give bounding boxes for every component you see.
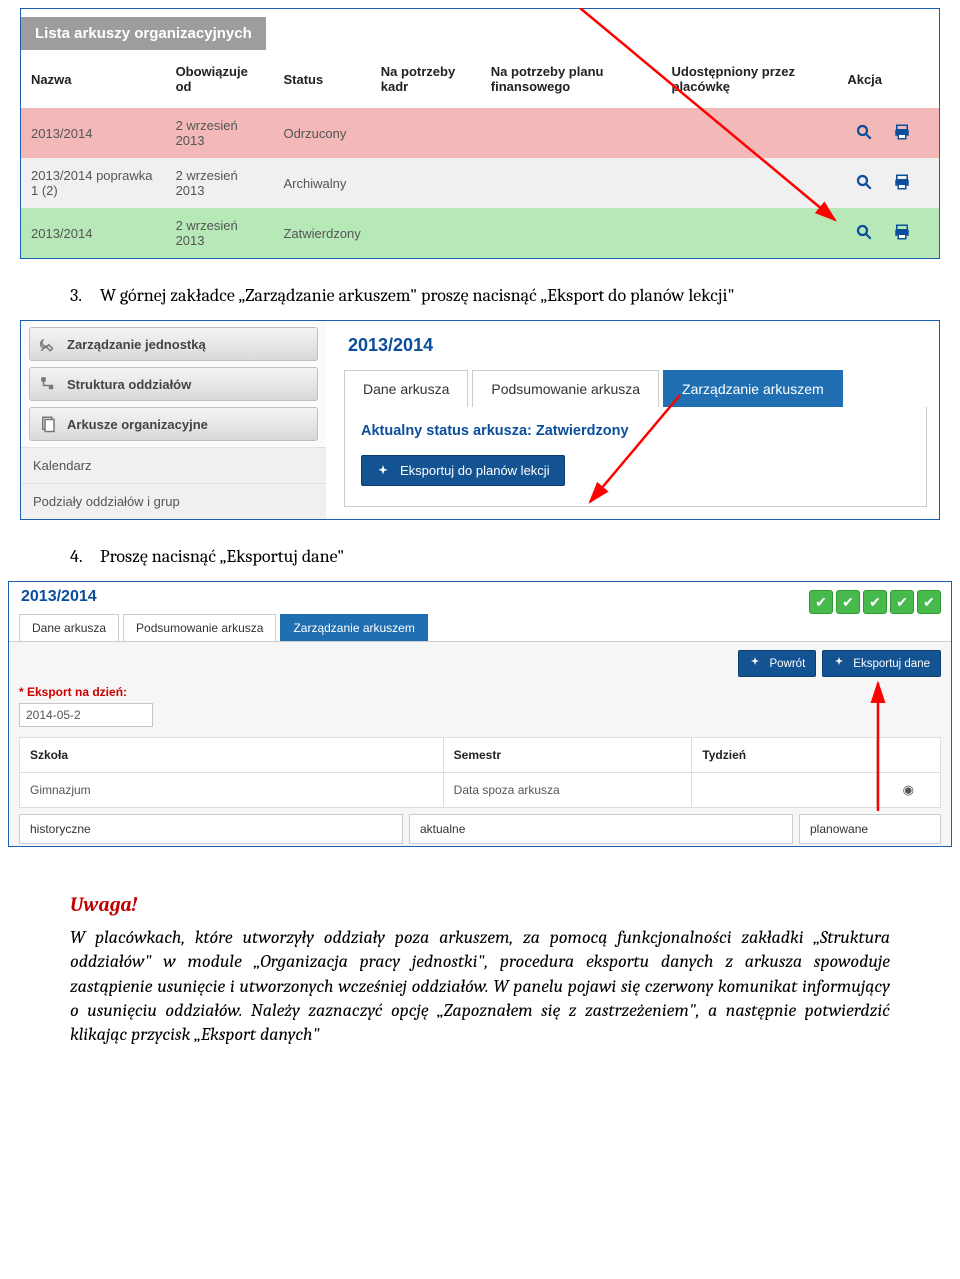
tools-icon bbox=[39, 335, 57, 353]
tab-summary[interactable]: Podsumowanie arkusza bbox=[123, 614, 276, 641]
year-title: 2013/2014 bbox=[21, 588, 97, 606]
step-3-text: 3. W górnej zakładce „Zarządzanie arkusz… bbox=[70, 285, 890, 306]
cell-status: Odrzucony bbox=[273, 108, 370, 158]
th-name: Nazwa bbox=[21, 50, 166, 108]
organization-sheets-table: Nazwa Obowiązuje od Status Na potrzeby k… bbox=[21, 50, 939, 258]
export-date-input[interactable] bbox=[19, 703, 153, 727]
cell-date: 2 wrzesień 2013 bbox=[166, 108, 274, 158]
step-number: 4. bbox=[70, 546, 96, 567]
sidebar-item-label: Podziały oddziałów i grup bbox=[33, 494, 180, 509]
tab-management[interactable]: Zarządzanie arkuszem bbox=[280, 614, 427, 641]
screenshot-2-frame: Zarządzanie jednostką Struktura oddziałó… bbox=[20, 320, 940, 520]
status-checks: ✔ ✔ ✔ ✔ ✔ bbox=[809, 590, 941, 614]
cell-date: 2 wrzesień 2013 bbox=[166, 158, 274, 208]
view-icon[interactable] bbox=[855, 223, 873, 244]
sidebar-item-label: Arkusze organizacyjne bbox=[67, 417, 208, 432]
export-data-button[interactable]: Eksportuj dane bbox=[822, 650, 941, 677]
cell-name: 2013/2014 poprawka 1 (2) bbox=[21, 158, 166, 208]
tab-current[interactable]: aktualne bbox=[409, 814, 793, 844]
check-icon: ✔ bbox=[809, 590, 833, 614]
warning-body: W placówkach, które utworzyły oddziały p… bbox=[70, 926, 890, 1047]
view-icon[interactable] bbox=[855, 123, 873, 144]
sidebar-item-label: Kalendarz bbox=[33, 458, 92, 473]
table-row: Gimnazjum Data spoza arkusza ◉ bbox=[20, 773, 941, 808]
cell-date: 2 wrzesień 2013 bbox=[166, 208, 274, 258]
sidebar-item-label: Struktura oddziałów bbox=[67, 377, 191, 392]
step-body: Proszę nacisnąć „Eksportuj dane" bbox=[100, 546, 344, 567]
table-row: 2013/2014 poprawka 1 (2) 2 wrzesień 2013… bbox=[21, 158, 939, 208]
tab-management[interactable]: Zarządzanie arkuszem bbox=[663, 370, 843, 407]
cell-status: Archiwalny bbox=[273, 158, 370, 208]
cell-name: 2013/2014 bbox=[21, 108, 166, 158]
screenshot-1-frame: Lista arkuszy organizacyjnych Nazwa Obow… bbox=[20, 8, 940, 259]
print-icon[interactable] bbox=[893, 123, 911, 144]
sparkle-icon bbox=[749, 656, 761, 671]
step-number: 3. bbox=[70, 285, 96, 306]
cell-school: Gimnazjum bbox=[20, 773, 444, 808]
status-line: Aktualny status arkusza: Zatwierdzony bbox=[361, 423, 910, 439]
th-action: Akcja bbox=[837, 50, 939, 108]
th-shared: Udostępniony przez placówkę bbox=[662, 50, 838, 108]
print-icon[interactable] bbox=[893, 173, 911, 194]
check-icon: ✔ bbox=[917, 590, 941, 614]
left-sidebar: Zarządzanie jednostką Struktura oddziałó… bbox=[21, 321, 326, 519]
sparkle-icon bbox=[376, 464, 390, 478]
step-4-text: 4. Proszę nacisnąć „Eksportuj dane" bbox=[70, 546, 890, 567]
check-icon: ✔ bbox=[890, 590, 914, 614]
tab-sheet-data[interactable]: Dane arkusza bbox=[344, 370, 468, 407]
check-icon: ✔ bbox=[863, 590, 887, 614]
tab-planned[interactable]: planowane bbox=[799, 814, 941, 844]
visibility-icon[interactable]: ◉ bbox=[876, 773, 941, 808]
warning-title: Uwaga! bbox=[70, 893, 890, 916]
year-title: 2013/2014 bbox=[348, 335, 927, 356]
export-on-day-label: * Eksport na dzień: bbox=[19, 685, 941, 699]
table-header-row: Nazwa Obowiązuje od Status Na potrzeby k… bbox=[21, 50, 939, 108]
th-status: Status bbox=[273, 50, 370, 108]
tab-sheet-data[interactable]: Dane arkusza bbox=[19, 614, 119, 641]
sparkle-icon bbox=[833, 656, 845, 671]
document-icon bbox=[39, 415, 57, 433]
th-school: Szkoła bbox=[20, 738, 444, 773]
tab-summary[interactable]: Podsumowanie arkusza bbox=[472, 370, 659, 407]
export-to-plans-button[interactable]: Eksportuj do planów lekcji bbox=[361, 455, 565, 486]
tab-bar: Dane arkusza Podsumowanie arkusza Zarząd… bbox=[344, 370, 927, 407]
print-icon[interactable] bbox=[893, 223, 911, 244]
cell-semester: Data spoza arkusza bbox=[443, 773, 692, 808]
tree-icon bbox=[39, 375, 57, 393]
sidebar-item-divisions[interactable]: Podziały oddziałów i grup bbox=[21, 483, 326, 519]
sidebar-item-calendar[interactable]: Kalendarz bbox=[21, 447, 326, 483]
th-financial: Na potrzeby planu finansowego bbox=[481, 50, 662, 108]
tab-bar: Dane arkusza Podsumowanie arkusza Zarząd… bbox=[9, 614, 951, 641]
table-title: Lista arkuszy organizacyjnych bbox=[21, 17, 266, 50]
cell-status: Zatwierdzony bbox=[273, 208, 370, 258]
sidebar-item-sheets[interactable]: Arkusze organizacyjne bbox=[29, 407, 318, 441]
screenshot-3-frame: 2013/2014 ✔ ✔ ✔ ✔ ✔ Dane arkusza Podsumo… bbox=[8, 581, 952, 847]
table-row: 2013/2014 2 wrzesień 2013 Zatwierdzony bbox=[21, 208, 939, 258]
table-row: 2013/2014 2 wrzesień 2013 Odrzucony bbox=[21, 108, 939, 158]
step-body: W górnej zakładce „Zarządzanie arkuszem"… bbox=[100, 285, 735, 306]
export-table: Szkoła Semestr Tydzień Gimnazjum Data sp… bbox=[19, 737, 941, 808]
cell-week bbox=[692, 773, 876, 808]
check-icon: ✔ bbox=[836, 590, 860, 614]
view-icon[interactable] bbox=[855, 173, 873, 194]
back-button[interactable]: Powrót bbox=[738, 650, 816, 677]
th-semester: Semestr bbox=[443, 738, 692, 773]
th-week: Tydzień bbox=[692, 738, 876, 773]
cell-name: 2013/2014 bbox=[21, 208, 166, 258]
sidebar-item-structure[interactable]: Struktura oddziałów bbox=[29, 367, 318, 401]
th-effective-from: Obowiązuje od bbox=[166, 50, 274, 108]
sidebar-item-unit-management[interactable]: Zarządzanie jednostką bbox=[29, 327, 318, 361]
th-hr: Na potrzeby kadr bbox=[371, 50, 481, 108]
bottom-tab-bar: historyczne aktualne planowane bbox=[19, 814, 941, 846]
tab-historical[interactable]: historyczne bbox=[19, 814, 403, 844]
sidebar-item-label: Zarządzanie jednostką bbox=[67, 337, 206, 352]
